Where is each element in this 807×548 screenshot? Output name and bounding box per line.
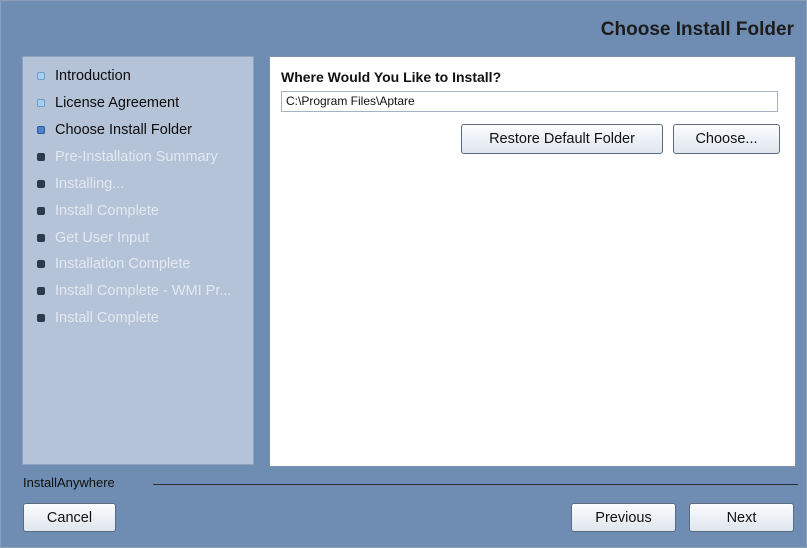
step-install-complete: Install Complete — [37, 201, 159, 221]
step-pending-icon — [37, 234, 45, 242]
installer-window: Choose Install Folder Introduction Licen… — [0, 0, 807, 548]
step-install-complete-final: Install Complete — [37, 308, 159, 328]
step-label: Installing... — [55, 176, 125, 192]
step-label: Install Complete — [55, 203, 159, 219]
choose-folder-button[interactable]: Choose... — [673, 124, 780, 154]
step-license-agreement: License Agreement — [37, 93, 179, 113]
step-label: Get User Input — [55, 230, 150, 246]
step-label: Install Complete — [55, 310, 159, 326]
steps-panel: Introduction License Agreement Choose In… — [22, 56, 254, 465]
step-label: Install Complete - WMI Pr... — [55, 283, 232, 299]
step-pending-icon — [37, 260, 45, 268]
content-panel: Where Would You Like to Install? C:\Prog… — [269, 56, 796, 467]
step-done-icon — [37, 72, 45, 80]
previous-button[interactable]: Previous — [571, 503, 676, 532]
step-label: Introduction — [55, 68, 131, 84]
footer-divider — [153, 484, 798, 485]
step-label: Installation Complete — [55, 256, 191, 272]
step-installing: Installing... — [37, 174, 124, 194]
step-choose-install-folder: Choose Install Folder — [37, 120, 192, 140]
step-install-complete-wmi: Install Complete - WMI Pr... — [37, 281, 231, 301]
step-pending-icon — [37, 153, 45, 161]
step-label: Choose Install Folder — [55, 122, 193, 138]
step-current-icon — [37, 126, 45, 134]
install-folder-input[interactable]: C:\Program Files\Aptare — [281, 91, 778, 112]
install-location-question: Where Would You Like to Install? — [281, 69, 502, 85]
page-title: Choose Install Folder — [600, 19, 794, 40]
cancel-button[interactable]: Cancel — [23, 503, 116, 532]
step-installation-complete: Installation Complete — [37, 254, 190, 274]
step-pending-icon — [37, 180, 45, 188]
next-button[interactable]: Next — [689, 503, 794, 532]
step-pending-icon — [37, 287, 45, 295]
step-pre-installation-summary: Pre-Installation Summary — [37, 147, 218, 167]
step-label: License Agreement — [55, 95, 180, 111]
step-pending-icon — [37, 314, 45, 322]
step-done-icon — [37, 99, 45, 107]
step-get-user-input: Get User Input — [37, 228, 149, 248]
step-introduction: Introduction — [37, 66, 131, 86]
restore-default-folder-button[interactable]: Restore Default Folder — [461, 124, 663, 154]
installanywhere-label: InstallAnywhere — [23, 475, 115, 490]
step-label: Pre-Installation Summary — [55, 149, 218, 165]
step-pending-icon — [37, 207, 45, 215]
